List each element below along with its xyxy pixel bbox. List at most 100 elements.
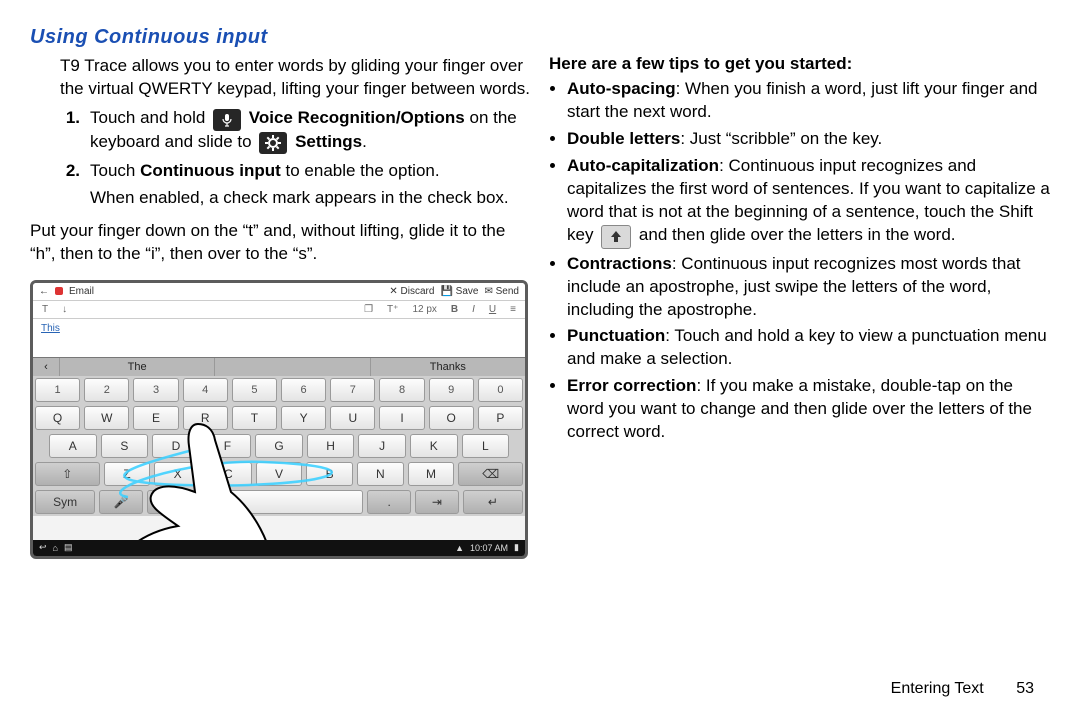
key-g: G (255, 434, 303, 458)
key-6: 6 (281, 378, 326, 402)
keyboard-screenshot: ← Email ✕ Discard 💾 Save ✉ Send T ↓ ❐ T⁺… (30, 280, 528, 559)
page-number: 53 (1016, 680, 1034, 697)
kb-row-z: ⇧ ZXCVBNM ⌫ (33, 460, 525, 488)
key-h: H (307, 434, 355, 458)
key-5: 5 (232, 378, 277, 402)
tool-bold: B (448, 303, 461, 316)
send-button: ✉ Send (484, 286, 519, 297)
tip-double-letters: Double letters: Just “scribble” on the k… (567, 128, 1050, 151)
key-z: Z (104, 462, 151, 486)
backspace-key: ⌫ (458, 462, 523, 486)
key-s: S (101, 434, 149, 458)
section-heading: Using Continuous input (30, 26, 531, 49)
key-3: 3 (133, 378, 178, 402)
key-y: Y (281, 406, 326, 430)
mail-app-icon (55, 287, 63, 295)
tool-list: ≡ (507, 303, 519, 316)
key-q: Q (35, 406, 80, 430)
key-b: B (306, 462, 353, 486)
tip-error-correction: Error correction: If you make a mistake,… (567, 375, 1050, 444)
step-2-post: to enable the option. (281, 161, 440, 180)
tool-drop: ↓ (59, 303, 70, 316)
tip-punctuation: Punctuation: Touch and hold a key to vie… (567, 325, 1050, 371)
key-r: R (183, 406, 228, 430)
settings-icon (259, 132, 287, 154)
shift-icon (601, 225, 631, 249)
tool-img: ❐ (361, 303, 376, 316)
intro-paragraph: T9 Trace allows you to enter words by gl… (60, 55, 531, 101)
step-1: 1. Touch and hold Voice Recognition/Opti… (60, 107, 531, 154)
key-7: 7 (330, 378, 375, 402)
key-f: F (204, 434, 252, 458)
tool-font: T (39, 303, 51, 316)
sugg-1: The (60, 358, 215, 376)
sugg-3: Thanks (371, 358, 525, 376)
key-c: C (205, 462, 252, 486)
key-p: P (478, 406, 523, 430)
tip-auto-spacing: Auto-spacing: When you finish a word, ju… (567, 78, 1050, 124)
battery-icon: ▮ (514, 542, 519, 553)
mic-icon (213, 109, 241, 131)
step-2-note: When enabled, a check mark appears in th… (90, 187, 531, 210)
back-icon: ← (39, 286, 49, 297)
key-9: 9 (429, 378, 474, 402)
tool-underline: U (486, 303, 499, 316)
editor-text: This (33, 319, 525, 357)
step-1-label2: Settings (295, 132, 362, 151)
key-u: U (330, 406, 375, 430)
kb-row-num: 1234567890 (33, 376, 525, 404)
key-e: E (133, 406, 178, 430)
signal-icon: ▲ (455, 543, 464, 553)
tool-size: 12 px (409, 303, 439, 316)
keyboard: 1234567890 QWERTYUIOP ASDFGHJKL ⇧ ZXCVBN… (33, 376, 525, 516)
key-m: M (408, 462, 455, 486)
key-a: A (49, 434, 97, 458)
discard-button: ✕ Discard (389, 286, 434, 297)
sugg-arrow: ‹ (33, 358, 60, 376)
mic-key: 🎤 (99, 490, 143, 514)
space-key (195, 490, 364, 514)
kb-row-q: QWERTYUIOP (33, 404, 525, 432)
nav-home-icon: ⌂ (53, 543, 58, 553)
key-o: O (429, 406, 474, 430)
step-2: 2. Touch Continuous input to enable the … (60, 160, 531, 210)
step-1-pre: Touch and hold (90, 108, 210, 127)
sugg-2 (215, 358, 370, 376)
key-k: K (410, 434, 458, 458)
period-key: . (367, 490, 411, 514)
step-1-num: 1. (60, 107, 90, 154)
sym-key: Sym (35, 490, 95, 514)
key-0: 0 (478, 378, 523, 402)
tips-heading: Here are a few tips to get you started: (549, 54, 1050, 74)
key-j: J (358, 434, 406, 458)
tool-italic: I (469, 303, 478, 316)
key-8: 8 (379, 378, 424, 402)
key-x: X (154, 462, 201, 486)
tab-key: ⇥ (415, 490, 459, 514)
key-w: W (84, 406, 129, 430)
step-1-post: . (362, 132, 367, 151)
kb-row-a: ASDFGHJKL (33, 432, 525, 460)
app-title: Email (69, 286, 94, 297)
key-i: I (379, 406, 424, 430)
key-4: 4 (183, 378, 228, 402)
tip-auto-cap: Auto-capitalization: Continuous input re… (567, 155, 1050, 249)
glide-paragraph: Put your finger down on the “t” and, wit… (30, 220, 531, 266)
key-v: V (256, 462, 303, 486)
tool-textsize: T⁺ (384, 303, 401, 316)
step-1-label1: Voice Recognition/Options (249, 108, 465, 127)
nav-apps-icon: ▤ (64, 542, 73, 553)
key-2: 2 (84, 378, 129, 402)
step-2-num: 2. (60, 160, 90, 210)
step-2-label: Continuous input (140, 161, 281, 180)
comma-key: , (147, 490, 191, 514)
shift-key: ⇧ (35, 462, 100, 486)
key-l: L (462, 434, 510, 458)
nav-back-icon: ↩ (39, 542, 47, 553)
status-time: 10:07 AM (470, 543, 508, 553)
step-2-pre: Touch (90, 161, 140, 180)
save-button: 💾 Save (440, 286, 478, 297)
key-d: D (152, 434, 200, 458)
enter-key: ↵ (463, 490, 523, 514)
chapter-name: Entering Text (891, 680, 984, 697)
